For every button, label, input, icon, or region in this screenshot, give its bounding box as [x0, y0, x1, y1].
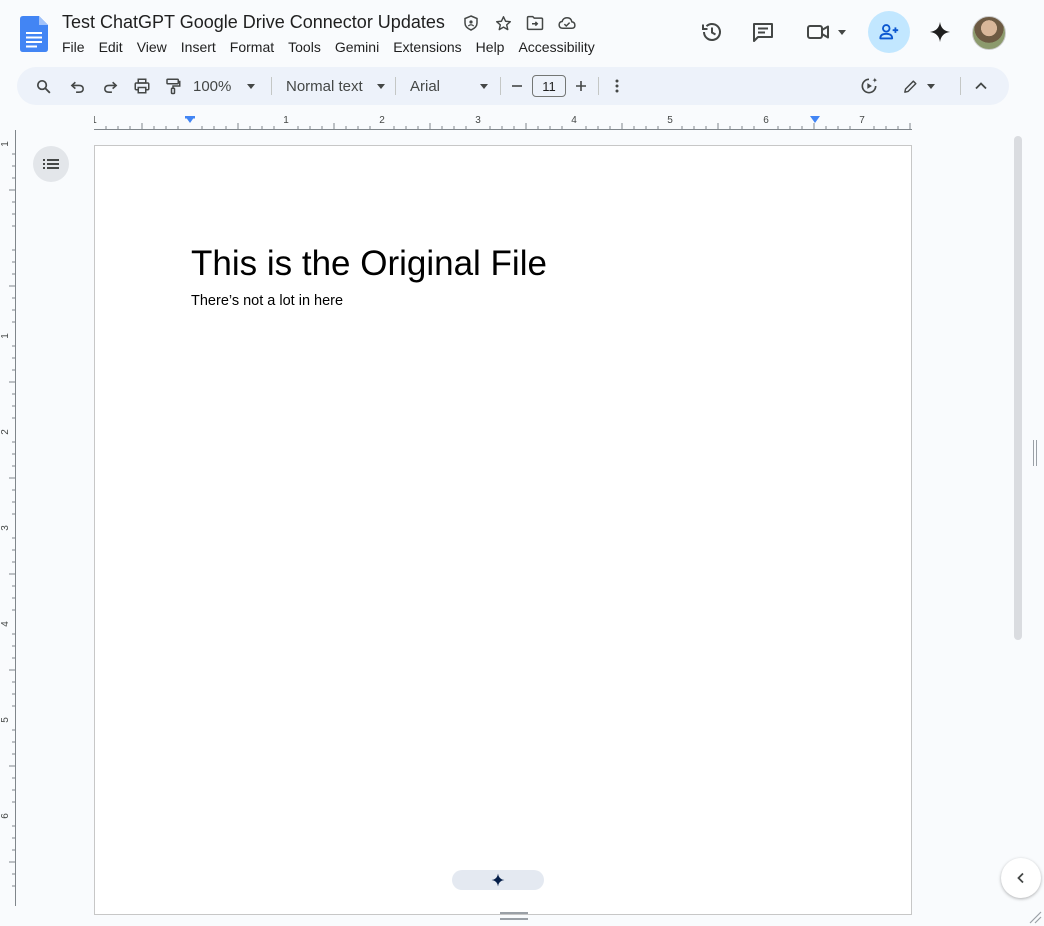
meet-video-icon [807, 25, 829, 39]
formatting-toolbar: 100% Normal text Arial 11 [17, 67, 1009, 105]
meet-video-button[interactable] [802, 18, 850, 46]
first-line-indent-marker[interactable] [185, 116, 195, 119]
toolbar-divider [500, 77, 501, 95]
document-page[interactable]: This is the Original File There’s not a … [94, 145, 912, 915]
search-menus-icon[interactable] [32, 67, 54, 105]
toolbar-divider [271, 77, 272, 95]
comments-icon[interactable] [749, 18, 777, 46]
document-body-text[interactable]: There’s not a lot in here [191, 293, 343, 309]
decrease-font-size-icon[interactable] [508, 67, 526, 105]
undo-icon[interactable] [66, 67, 88, 105]
zoom-value: 100% [193, 77, 232, 95]
ruler-label: 1 [283, 115, 289, 126]
toolbar-divider [960, 77, 961, 95]
ruler-label: 4 [571, 115, 577, 126]
outline-list-icon [43, 159, 59, 169]
horizontal-ruler[interactable]: 1 1 2 3 4 5 6 7 [94, 114, 912, 130]
redo-icon[interactable] [99, 67, 121, 105]
ruler-label: 5 [667, 115, 673, 126]
side-panel-toggle-button[interactable] [1001, 858, 1041, 898]
ruler-label: 3 [0, 525, 11, 531]
hide-menus-chevron-up-icon[interactable] [971, 67, 991, 105]
gemini-ai-assist-icon[interactable] [857, 67, 881, 105]
toolbar-divider [598, 77, 599, 95]
vertical-scrollbar[interactable] [1012, 130, 1024, 906]
ruler-label: 6 [0, 813, 11, 819]
ruler-label: 7 [859, 115, 865, 126]
paint-format-icon[interactable] [162, 67, 184, 105]
ruler-label: 1 [0, 141, 11, 147]
document-heading[interactable]: This is the Original File [191, 244, 547, 284]
ruler-label: 1 [94, 115, 97, 126]
bottom-resize-handle[interactable] [500, 912, 528, 920]
ruler-label: 2 [379, 115, 385, 126]
side-panel-resize-handle[interactable] [1033, 440, 1037, 466]
chevron-left-icon [1017, 872, 1024, 884]
title-bar: Test ChatGPT Google Drive Connector Upda… [0, 0, 1044, 64]
ruler-label: 3 [475, 115, 481, 126]
gemini-help-me-write-button[interactable] [452, 870, 544, 890]
ruler-label: 4 [0, 621, 11, 627]
chevron-down-icon [926, 83, 935, 89]
zoom-select[interactable]: 100% [193, 67, 263, 105]
ruler-label: 5 [0, 717, 11, 723]
header-actions [0, 10, 1044, 54]
chevron-down-icon [247, 83, 256, 89]
window-resize-grip-icon[interactable] [1028, 910, 1042, 924]
version-history-icon[interactable] [698, 18, 726, 46]
toolbar-divider [395, 77, 396, 95]
gemini-sparkle-icon [491, 873, 505, 887]
gemini-sparkle-icon[interactable] [926, 18, 954, 46]
right-indent-marker[interactable] [810, 116, 820, 123]
vertical-ruler[interactable]: 1 1 2 3 4 5 6 [0, 130, 16, 906]
font-family-select[interactable]: Arial [410, 67, 488, 105]
ruler-label: 1 [0, 333, 11, 339]
paragraph-style-value: Normal text [286, 77, 363, 95]
editing-mode-button[interactable] [897, 67, 939, 105]
more-options-icon[interactable] [609, 67, 625, 105]
chevron-down-icon [480, 83, 488, 89]
chevron-down-icon [838, 29, 846, 35]
font-size-input[interactable]: 11 [532, 75, 566, 97]
ruler-label: 6 [763, 115, 769, 126]
print-icon[interactable] [131, 67, 153, 105]
chevron-down-icon [376, 83, 385, 89]
scrollbar-thumb[interactable] [1014, 136, 1022, 640]
font-family-value: Arial [410, 77, 441, 95]
ruler-label: 2 [0, 429, 11, 435]
pencil-icon [903, 79, 917, 93]
user-avatar[interactable] [972, 16, 1006, 50]
increase-font-size-icon[interactable] [572, 67, 590, 105]
share-button[interactable] [868, 11, 910, 53]
paragraph-style-select[interactable]: Normal text [286, 67, 390, 105]
share-person-add-icon [879, 24, 899, 40]
document-outline-button[interactable] [33, 146, 69, 182]
